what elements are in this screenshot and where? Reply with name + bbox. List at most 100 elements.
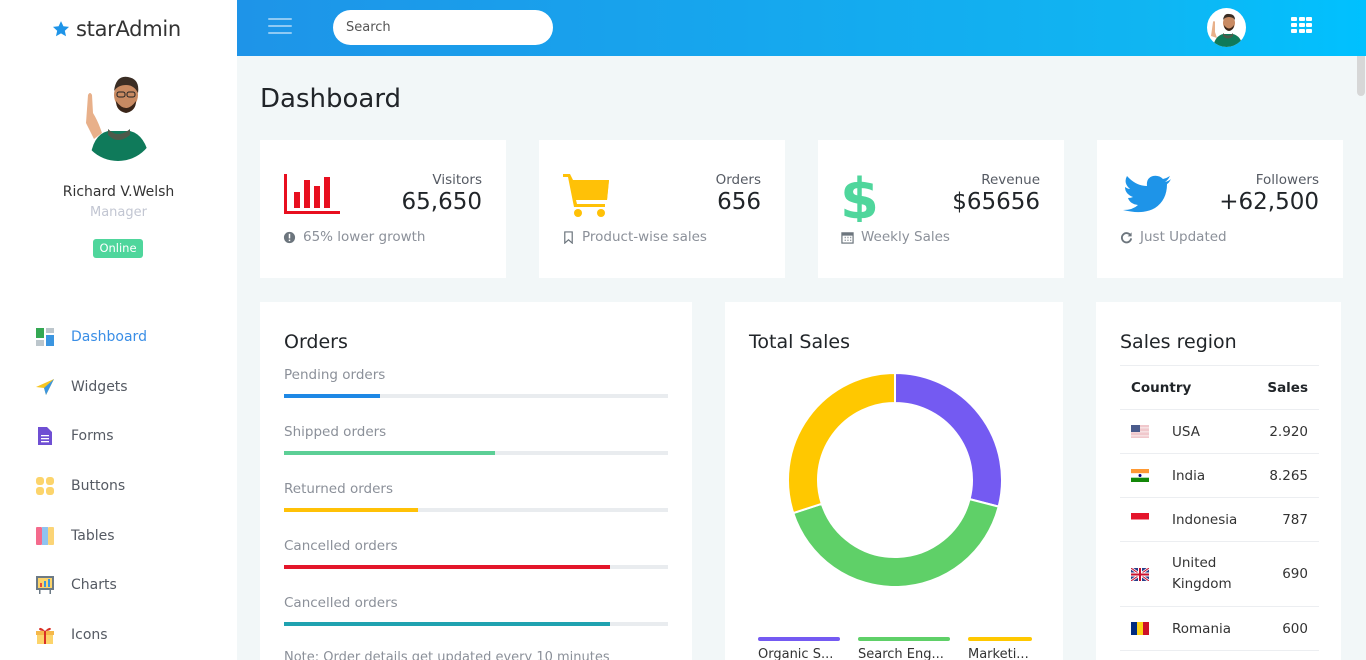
donut-slice-search-engine[interactable] [791,497,1000,588]
total-sales-card: Total Sales Organic S... Search Eng... Mar… [725,302,1063,660]
shopping-cart-icon [563,174,609,217]
country-cell: USA [1172,409,1257,454]
sidebar-item-tables[interactable]: Tables [0,511,237,561]
order-progress-row: Returned orders [284,481,668,512]
dollar-icon: $ [840,168,879,222]
bar-chart-icon [284,174,340,214]
profile-avatar [80,76,156,161]
topbar [237,0,1366,56]
gift-icon [36,627,54,644]
page-scrollbar[interactable] [1356,56,1366,660]
donut-slice-organic-search[interactable] [894,371,1003,508]
user-avatar[interactable] [1207,8,1246,47]
sidebar-item-dashboard[interactable]: Dashboard [0,312,237,362]
column-header-country[interactable]: Country [1120,365,1257,410]
brand-name: starAdmin [76,17,181,41]
table-row[interactable]: USA 2.920 [1120,409,1319,454]
column-header-sales[interactable]: Sales [1256,365,1319,410]
country-cell: United Kingdom [1172,541,1257,607]
legend-swatch [968,637,1032,641]
progress-track [284,622,668,626]
stat-card-followers: Followers +62,500 Just Updated [1097,140,1343,278]
flag-cell [1120,453,1172,498]
sidebar-item-buttons[interactable]: Buttons [0,461,237,511]
orders-note: Note: Order details get updated every 10… [284,650,610,660]
progress-fill [284,565,611,569]
profile-name: Richard V.Welsh [62,184,175,200]
legend-item[interactable]: Marketi... [968,637,1032,660]
stat-footer-text: Weekly Sales [861,229,950,245]
stat-label: Followers [1255,172,1319,188]
donut-chart [787,371,1003,588]
country-cell: Indonesia [1172,497,1257,542]
sales-cell: 690 [1256,541,1319,607]
sales-cell: 8.265 [1256,453,1319,498]
star-icon [52,21,70,37]
sidebar-nav: Dashboard Widgets Forms Buttons Tables C… [0,312,237,660]
stat-footer-text: Just Updated [1140,229,1227,245]
stat-label: Revenue [981,172,1040,188]
sidebar-item-label: Dashboard [71,328,147,345]
legend-label: Search Eng... [858,647,944,660]
sidebar-item-widgets[interactable]: Widgets [0,362,237,412]
sidebar-item-charts[interactable]: Charts [0,560,237,610]
sidebar: starAdmin Richard V.Welsh Manager Online… [0,0,237,660]
paper-plane-icon [36,378,54,395]
stat-footer: 65% lower growth [283,229,425,245]
sidebar-item-icons[interactable]: Icons [0,610,237,660]
order-progress-row: Pending orders [284,367,668,398]
romania-flag-icon [1131,622,1149,635]
table-row[interactable]: Indonesia 787 [1120,497,1319,542]
country-cell: India [1172,453,1257,498]
order-progress-row: Cancelled orders [284,595,668,626]
sales-region-table: Country Sales USA 2.920 India 8.265 Indonesi… [1120,365,1319,651]
uk-flag-icon [1131,567,1149,581]
legend-item[interactable]: Organic S... [758,637,840,660]
stat-value: $65656 [952,189,1040,215]
apps-grid-icon[interactable] [1291,17,1312,33]
bookmark-icon [564,230,573,244]
status-badge: Online [93,239,143,258]
flag-cell [1120,409,1172,454]
svg-text:$: $ [840,168,879,222]
usa-flag-icon [1131,425,1149,438]
sidebar-item-label: Buttons [71,477,126,494]
form-document-icon [38,427,52,446]
stat-card-visitors: Visitors 65,650 65% lower growth [260,140,506,278]
country-cell: Romania [1172,606,1257,651]
stat-value: 656 [717,189,761,215]
stat-label: Visitors [432,172,482,188]
sales-cell: 600 [1256,606,1319,651]
indonesia-flag-icon [1131,513,1149,526]
legend-item[interactable]: Search Eng... [858,637,950,660]
refresh-icon [1120,231,1133,243]
card-title: Total Sales [749,331,850,353]
calendar-icon [841,231,854,244]
progress-track [284,565,668,569]
chart-legend: Organic S... Search Eng... Marketi... [758,637,1032,660]
buttons-grid-icon [36,476,54,495]
donut-slice-marketing[interactable] [787,371,896,515]
twitter-icon [1123,175,1171,213]
brand-logo[interactable]: starAdmin [52,17,181,41]
page-title: Dashboard [260,84,402,114]
sidebar-item-forms[interactable]: Forms [0,411,237,461]
order-progress-label: Cancelled orders [284,538,398,554]
table-row[interactable]: India 8.265 [1120,453,1319,498]
progress-track [284,508,668,512]
search-input[interactable] [333,10,553,45]
hamburger-icon[interactable] [268,18,292,36]
legend-swatch [758,637,840,641]
stat-card-orders: Orders 656 Product-wise sales [539,140,785,278]
table-row[interactable]: United Kingdom 690 [1120,541,1319,607]
orders-card: Orders Pending orders Shipped orders Retur… [260,302,692,660]
scrollbar-thumb[interactable] [1357,56,1365,96]
flag-cell [1120,541,1172,607]
sales-cell: 2.920 [1256,409,1319,454]
dashboard-icon [36,327,54,346]
order-progress-label: Returned orders [284,481,393,497]
table-row[interactable]: Romania 600 [1120,606,1319,651]
card-title: Orders [284,331,348,353]
progress-fill [284,508,419,512]
legend-swatch [858,637,950,641]
